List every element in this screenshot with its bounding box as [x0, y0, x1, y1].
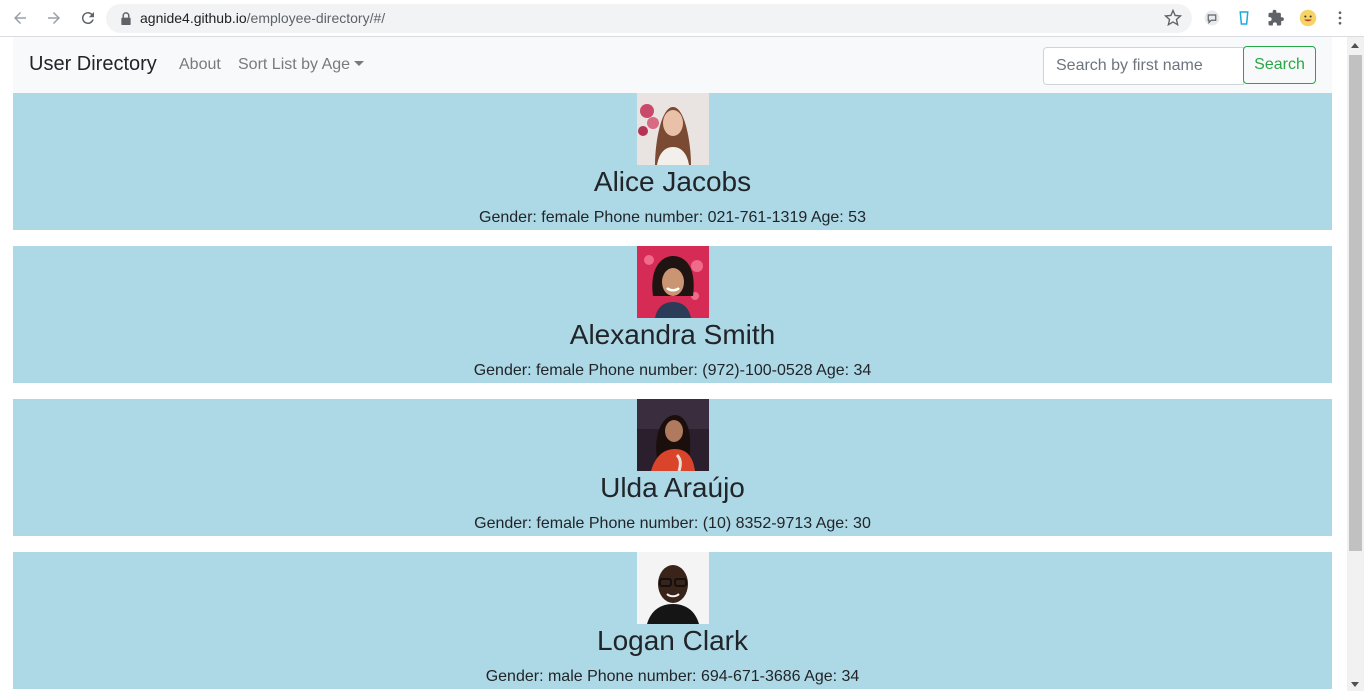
browser-toolbar: agnide4.github.io/employee-directory/#/ [0, 0, 1364, 37]
user-card: Ulda Araújo Gender: female Phone number:… [13, 399, 1332, 536]
cup-extension-icon[interactable] [1232, 6, 1256, 30]
page-scrollbar[interactable] [1347, 37, 1364, 691]
user-name: Ulda Araújo [600, 472, 745, 503]
forward-icon[interactable] [42, 6, 66, 30]
user-card: Logan Clark Gender: male Phone number: 6… [13, 552, 1332, 689]
url-text: agnide4.github.io/employee-directory/#/ [140, 10, 386, 26]
brand-title[interactable]: User Directory [29, 53, 157, 76]
user-card: Alexandra Smith Gender: female Phone num… [13, 246, 1332, 383]
user-photo [637, 552, 709, 624]
user-photo [637, 399, 709, 471]
user-name: Alexandra Smith [569, 319, 776, 350]
more-menu-icon[interactable] [1328, 6, 1352, 30]
scroll-up-arrow-icon[interactable] [1351, 43, 1359, 48]
user-details: Gender: female Phone number: 021-761-131… [479, 209, 866, 226]
address-bar[interactable]: agnide4.github.io/employee-directory/#/ [106, 4, 1192, 33]
back-icon[interactable] [8, 6, 32, 30]
app-navbar: User Directory About Sort List by Age Se… [13, 37, 1332, 93]
user-details: Gender: female Phone number: (10) 8352-9… [474, 515, 871, 532]
caret-down-icon [354, 61, 365, 66]
chat-extension-icon[interactable] [1200, 6, 1224, 30]
user-photo [637, 246, 709, 318]
scroll-thumb[interactable] [1349, 55, 1362, 551]
profile-avatar-icon[interactable] [1296, 6, 1320, 30]
lock-icon [121, 12, 131, 25]
user-photo [637, 93, 709, 165]
scroll-down-arrow-icon[interactable] [1351, 682, 1359, 687]
reload-icon[interactable] [76, 6, 100, 30]
sort-dropdown-label: Sort List by Age [238, 56, 351, 73]
sort-dropdown-toggle[interactable]: Sort List by Age [238, 56, 365, 74]
user-name: Logan Clark [597, 625, 748, 656]
user-name: Alice Jacobs [593, 166, 752, 197]
user-details: Gender: male Phone number: 694-671-3686 … [485, 668, 860, 685]
user-details: Gender: female Phone number: (972)-100-0… [473, 362, 872, 379]
bookmark-star-icon[interactable] [1164, 9, 1182, 27]
search-button[interactable]: Search [1243, 46, 1316, 84]
user-card: Alice Jacobs Gender: female Phone number… [13, 93, 1332, 230]
page-viewport: User Directory About Sort List by Age Se… [0, 37, 1347, 691]
puzzle-extensions-icon[interactable] [1264, 6, 1288, 30]
search-input[interactable] [1043, 47, 1244, 85]
nav-about-link[interactable]: About [179, 56, 221, 74]
